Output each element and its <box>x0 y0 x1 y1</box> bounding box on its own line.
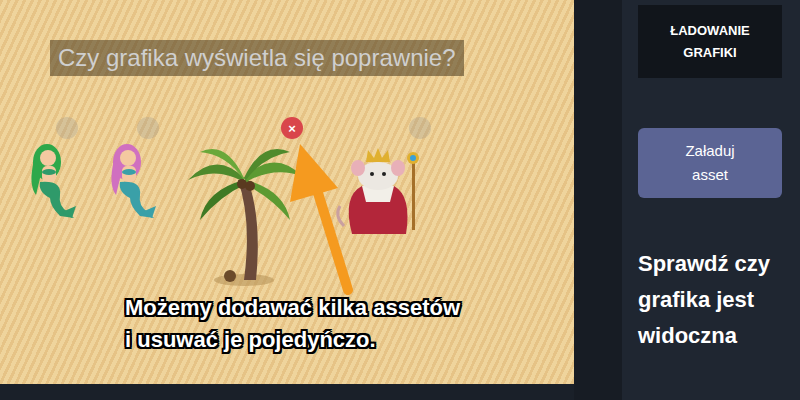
king-rat-sprite[interactable] <box>332 146 432 238</box>
remove-asset-button[interactable] <box>409 117 431 139</box>
hint-text: Sprawdź czy grafika jest widoczna <box>638 246 778 354</box>
remove-asset-button[interactable]: × <box>281 117 303 139</box>
palm-tree-sprite[interactable] <box>186 140 304 288</box>
remove-asset-button[interactable] <box>137 117 159 139</box>
canvas-title: Czy grafika wyświetla się poprawnie? <box>50 40 464 76</box>
caption-line: Możemy dodawać kilka assetów <box>125 292 460 324</box>
mermaid-sprite[interactable] <box>22 140 80 220</box>
arrow-icon <box>290 140 365 295</box>
panel-title: ŁADOWANIE GRAFIKI <box>638 5 782 78</box>
caption: Możemy dodawać kilka assetówi usuwać je … <box>125 292 460 356</box>
remove-asset-button[interactable] <box>56 117 78 139</box>
canvas[interactable]: Czy grafika wyświetla się poprawnie? × Moż… <box>0 0 574 384</box>
caption-line: i usuwać je pojedyńczo. <box>125 324 460 356</box>
load-asset-button[interactable]: Załaduj asset <box>638 128 782 198</box>
app: Czy grafika wyświetla się poprawnie? × Moż… <box>0 0 800 400</box>
sidebar: ŁADOWANIE GRAFIKI Załaduj asset Sprawdź cz… <box>622 0 800 400</box>
mermaid-sprite[interactable] <box>102 140 160 220</box>
sidebar-gap <box>574 0 622 400</box>
